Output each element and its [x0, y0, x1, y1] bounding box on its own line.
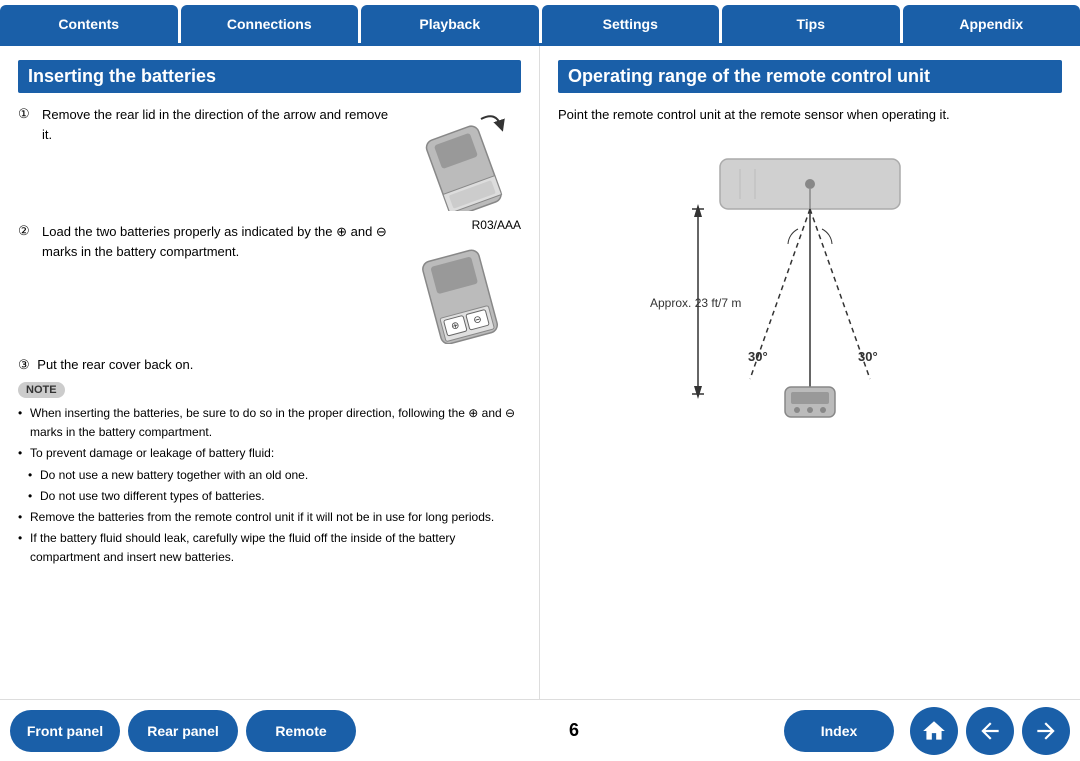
note-badge: NOTE: [18, 382, 65, 398]
tab-settings[interactable]: Settings: [542, 5, 720, 43]
step-3: ③ Put the rear cover back on.: [18, 357, 521, 373]
tab-contents[interactable]: Contents: [0, 5, 178, 43]
note-item-4: Do not use two different types of batter…: [18, 487, 521, 506]
left-section-title: Inserting the batteries: [18, 60, 521, 93]
step-2: ② Load the two batteries properly as ind…: [18, 222, 391, 261]
battery-load-diagram: ⊕ ⊖: [401, 234, 521, 344]
rear-panel-button[interactable]: Rear panel: [128, 710, 238, 752]
range-intro-text: Point the remote control unit at the rem…: [558, 105, 1062, 125]
approx-label: Approx. 23 ft/7 m: [650, 296, 741, 310]
tab-connections[interactable]: Connections: [181, 5, 359, 43]
note-item-2: To prevent damage or leakage of battery …: [18, 444, 521, 463]
back-button[interactable]: [966, 707, 1014, 755]
note-section: NOTE When inserting the batteries, be su…: [18, 381, 521, 568]
back-arrow-icon: [977, 718, 1003, 744]
forward-button[interactable]: [1022, 707, 1070, 755]
right-column: Operating range of the remote control un…: [540, 46, 1080, 699]
svg-text:30°: 30°: [748, 349, 768, 364]
note-item-5: Remove the batteries from the remote con…: [18, 508, 521, 527]
front-panel-button[interactable]: Front panel: [10, 710, 120, 752]
home-icon: [921, 718, 947, 744]
tab-tips[interactable]: Tips: [722, 5, 900, 43]
left-column: Inserting the batteries ① Remove the rea…: [0, 46, 540, 699]
top-navigation: Contents Connections Playback Settings T…: [0, 0, 1080, 46]
note-item-1: When inserting the batteries, be sure to…: [18, 404, 521, 442]
forward-arrow-icon: [1033, 718, 1059, 744]
note-item-3: Do not use a new battery together with a…: [18, 466, 521, 485]
range-diagram: Approx. 23 ft/7 m 30° 30°: [558, 139, 1062, 429]
remote-button[interactable]: Remote: [246, 710, 356, 752]
home-button[interactable]: [910, 707, 958, 755]
note-item-6: If the battery fluid should leak, carefu…: [18, 529, 521, 567]
svg-text:30°: 30°: [858, 349, 878, 364]
main-content: Inserting the batteries ① Remove the rea…: [0, 46, 1080, 699]
step-1: ① Remove the rear lid in the direction o…: [18, 105, 391, 144]
bottom-navigation: Front panel Rear panel Remote 6 Index: [0, 699, 1080, 761]
index-button[interactable]: Index: [784, 710, 894, 752]
note-list: When inserting the batteries, be sure to…: [18, 404, 521, 568]
battery-removal-diagram: [401, 101, 521, 211]
page-number: 6: [376, 720, 772, 741]
range-svg: Approx. 23 ft/7 m 30° 30°: [640, 139, 980, 429]
battery-label: R03/AAA: [401, 218, 521, 232]
tab-playback[interactable]: Playback: [361, 5, 539, 43]
right-section-title: Operating range of the remote control un…: [558, 60, 1062, 93]
tab-appendix[interactable]: Appendix: [903, 5, 1080, 43]
